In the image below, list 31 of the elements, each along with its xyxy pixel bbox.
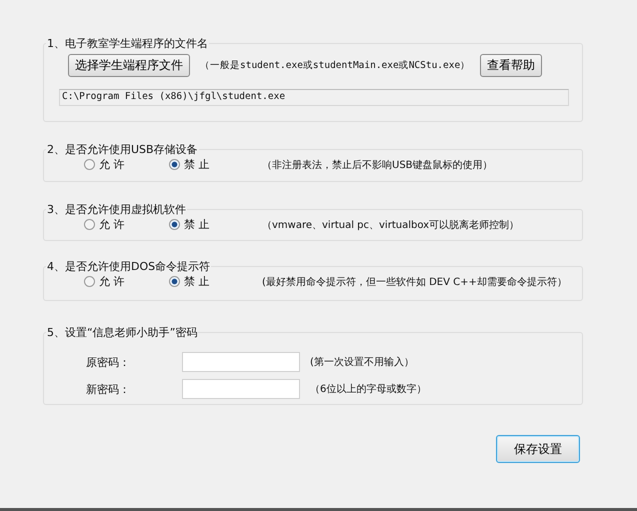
save-button[interactable]: 保存设置 bbox=[496, 435, 580, 463]
section-title: 4、是否允许使用DOS命令提示符 bbox=[46, 259, 212, 274]
radio-label: 允 许 bbox=[99, 274, 124, 289]
section-title: 3、是否允许使用虚拟机软件 bbox=[46, 202, 187, 217]
option-note: （非注册表法，禁止后不影响USB键盘鼠标的使用） bbox=[262, 158, 493, 172]
radio-button[interactable] bbox=[169, 159, 180, 170]
radio-label: 禁 止 bbox=[184, 274, 210, 289]
field-hint: (第一次设置不用输入） bbox=[310, 356, 414, 369]
radio-button[interactable] bbox=[84, 159, 95, 170]
choose-file-button[interactable]: 选择学生端程序文件 bbox=[68, 54, 190, 77]
section-title: 2、是否允许使用USB存储设备 bbox=[46, 142, 199, 157]
radio-label: 允 许 bbox=[99, 157, 124, 172]
field-hint: （6位以上的字母或数字） bbox=[310, 382, 426, 396]
help-button[interactable]: 查看帮助 bbox=[480, 54, 542, 77]
file-hint: （一般是student.exe或studentMain.exe或NCStu.exe） bbox=[200, 59, 470, 72]
radio-button[interactable] bbox=[169, 276, 180, 287]
path-field[interactable]: C:\Program Files (x86)\jfgl\student.exe bbox=[59, 89, 569, 106]
password-field[interactable] bbox=[182, 352, 300, 372]
section-title: 1、电子教室学生端程序的文件名 bbox=[46, 36, 209, 51]
radio-button[interactable] bbox=[84, 219, 95, 230]
radio-label: 允 许 bbox=[99, 217, 124, 232]
option-note: (最好禁用命令提示符，但一些软件如 DEV C++却需要命令提示符） bbox=[262, 276, 567, 288]
field-label: 原密码： bbox=[85, 354, 131, 370]
radio-label: 禁 止 bbox=[184, 217, 210, 232]
radio-button[interactable] bbox=[84, 276, 95, 287]
section-title: 5、设置“信息老师小助手”密码 bbox=[46, 325, 198, 340]
option-note: （vmware、virtual pc、virtualbox可以脱离老师控制） bbox=[262, 218, 520, 232]
radio-label: 禁 止 bbox=[184, 157, 210, 172]
field-label: 新密码： bbox=[85, 382, 131, 396]
radio-button[interactable] bbox=[169, 219, 180, 230]
password-field[interactable] bbox=[182, 379, 300, 399]
